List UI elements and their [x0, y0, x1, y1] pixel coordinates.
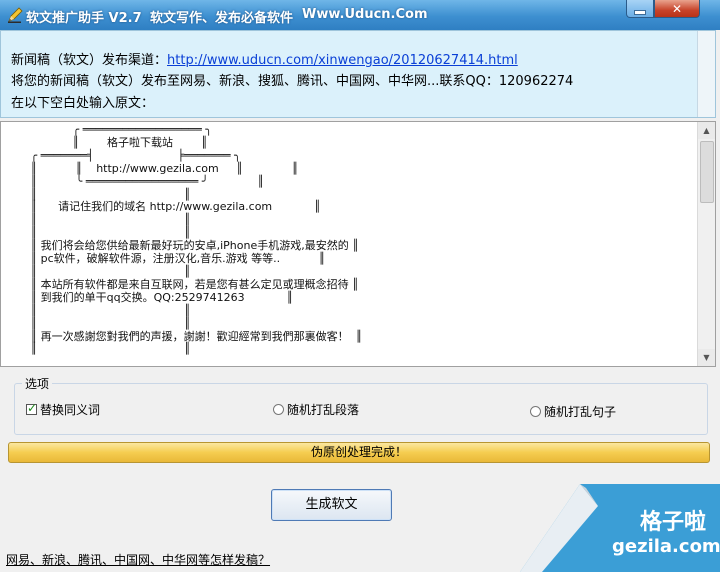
checkmark-icon: ✓: [27, 401, 38, 415]
prompt-line: 在以下空白处输入原文：: [11, 96, 155, 111]
footer-help-link[interactable]: 网易、新浪、腾讯、中国网、中华网等怎样发稿？: [6, 551, 270, 568]
editor-scrollbar[interactable]: ▲ ▼: [697, 122, 715, 366]
chevron-down-icon: ▼: [703, 353, 710, 362]
minimize-icon: [634, 10, 646, 15]
channel-link[interactable]: http://www.uducn.com/xinwengao/201206274…: [167, 53, 518, 68]
shuffle-paragraphs-radio[interactable]: [273, 404, 284, 415]
minimize-button[interactable]: [626, 0, 654, 18]
channel-line: 新闻稿（软文）发布渠道：http://www.uducn.com/xinweng…: [11, 49, 518, 68]
watermark-domain: gezila.com: [612, 536, 720, 557]
scroll-up-button[interactable]: ▲: [698, 122, 715, 139]
shuffle-sentences-option[interactable]: 随机打乱句子: [530, 403, 616, 420]
shuffle-sentences-label: 随机打乱句子: [544, 405, 617, 419]
shuffle-sentences-radio[interactable]: [530, 406, 541, 417]
shuffle-paragraphs-label: 随机打乱段落: [287, 403, 360, 417]
window-subtitle: 软文写作、发布必备软件: [150, 11, 294, 26]
source-text-area[interactable]: ╭ ══════════════════ ╮ ║ 格子啦下载站 ║ ╭ ════…: [0, 121, 716, 367]
publish-line: 将您的新闻稿（软文）发布至网易、新浪、搜狐、腾讯、中国网、中华网...联系QQ：…: [11, 74, 574, 89]
close-icon: ✕: [671, 1, 683, 16]
close-button[interactable]: ✕: [654, 0, 700, 18]
scroll-thumb[interactable]: [700, 141, 714, 203]
generate-button[interactable]: 生成软文: [271, 489, 392, 521]
chevron-up-icon: ▲: [703, 126, 710, 135]
scroll-down-button[interactable]: ▼: [698, 349, 715, 366]
options-group-title: 选项: [22, 375, 53, 392]
channel-label: 新闻稿（软文）发布渠道：: [11, 53, 168, 68]
shuffle-paragraphs-option[interactable]: 随机打乱段落: [273, 401, 359, 418]
info-panel: 新闻稿（软文）发布渠道：http://www.uducn.com/xinweng…: [0, 30, 716, 118]
window-title: 软文推广助手 V2.7: [26, 11, 142, 26]
pencil-icon: [8, 7, 23, 23]
info-scrollbar[interactable]: [697, 31, 715, 117]
watermark-title: 格子啦: [640, 510, 707, 535]
status-bar: 伪原创处理完成！: [8, 442, 710, 463]
window-site: Www.Uducn.Com: [302, 7, 428, 22]
synonym-checkbox[interactable]: ✓: [26, 401, 38, 415]
source-text-content: ╭ ══════════════════ ╮ ║ 格子啦下载站 ║ ╭ ════…: [30, 123, 363, 356]
synonym-label: 替换同义词: [40, 403, 101, 417]
title-bar: 软文推广助手 V2.7 软文写作、发布必备软件 Www.Uducn.Com ✕: [0, 0, 720, 30]
synonym-option[interactable]: ✓ 替换同义词: [26, 401, 100, 418]
watermark: 格子啦 gezila.com: [520, 484, 720, 572]
